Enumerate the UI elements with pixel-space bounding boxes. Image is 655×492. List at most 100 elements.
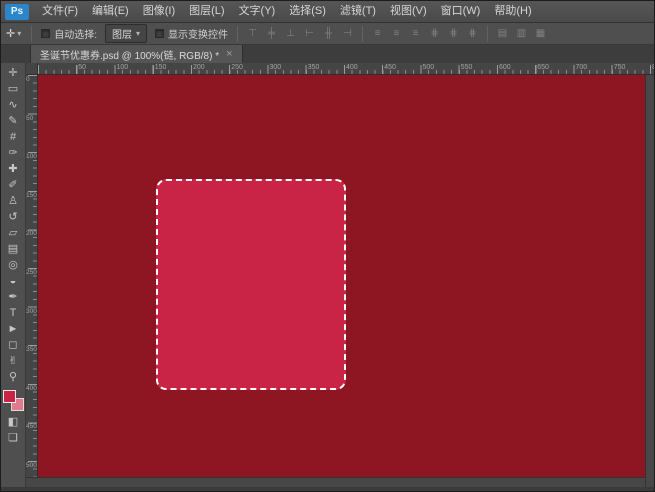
quick-selection-tool[interactable]: ✎	[3, 113, 24, 129]
shape-tool[interactable]: ◻	[3, 337, 24, 353]
chevron-down-icon: ▾	[136, 29, 140, 38]
ruler-label: 50	[26, 115, 38, 122]
distribute-top-edges-button[interactable]: ≡	[369, 26, 386, 42]
ruler-label: 350	[308, 64, 320, 71]
eyedropper-tool[interactable]: ✑	[3, 145, 24, 161]
align-option-button[interactable]: ▥	[513, 26, 530, 42]
auto-select-target-dropdown[interactable]: 图层 ▾	[105, 24, 147, 43]
hand-tool[interactable]: ✌	[3, 353, 24, 369]
ruler-label: 700	[576, 64, 588, 71]
extra-align-buttons: ▤▥▦	[493, 26, 550, 42]
document-tab[interactable]: 圣诞节优惠券.psd @ 100%(链, RGB/8) * ×	[30, 45, 243, 63]
horizontal-scrollbar[interactable]	[26, 477, 645, 487]
ruler-label: 400	[26, 385, 38, 392]
lasso-tool[interactable]: ∿	[3, 97, 24, 113]
move-tool[interactable]: ✛	[3, 65, 24, 81]
type-tool[interactable]: T	[3, 305, 24, 321]
ruler-top[interactable]: 5010015020025030035040045050055060065070…	[38, 63, 654, 75]
menu-item[interactable]: 帮助(H)	[487, 1, 538, 22]
ruler-corner[interactable]	[26, 63, 38, 75]
zoom-tool[interactable]: ⚲	[3, 369, 24, 385]
ruler-label: 300	[26, 308, 38, 315]
crop-tool[interactable]: #	[3, 129, 24, 145]
align-left-edges-button[interactable]: ⊢	[301, 26, 318, 42]
ruler-label: 800	[652, 64, 654, 71]
photoshop-window: Ps 文件(F)编辑(E)图像(I)图层(L)文字(Y)选择(S)滤镜(T)视图…	[0, 0, 655, 492]
ruler-left[interactable]: 050100150200250300350400450500	[26, 75, 38, 477]
dodge-tool[interactable]: ◒	[3, 273, 24, 289]
quick-mask-button[interactable]: ◧	[3, 414, 24, 430]
menu-item[interactable]: 选择(S)	[282, 1, 333, 22]
ruler-label: 450	[384, 64, 396, 71]
align-option2-button[interactable]: ▦	[532, 26, 549, 42]
ruler-label: 250	[231, 64, 243, 71]
screen-mode-button[interactable]: ❏	[3, 430, 24, 446]
menu-item[interactable]: 编辑(E)	[85, 1, 136, 22]
distribute-left-edges-button[interactable]: ⋕	[426, 26, 443, 42]
distribute-buttons: ≡≡≡⋕⋕⋕	[368, 26, 482, 42]
ruler-label: 200	[26, 230, 38, 237]
brush-tool[interactable]: ✐	[3, 177, 24, 193]
status-bar	[1, 487, 654, 491]
divider	[31, 26, 32, 42]
menu-item[interactable]: 图层(L)	[182, 1, 231, 22]
gradient-tool[interactable]: ▤	[3, 241, 24, 257]
checkbox-box[interactable]	[155, 29, 164, 38]
tool-preset-picker[interactable]: ✛ ▾	[1, 27, 26, 40]
ruler-label: 0	[26, 76, 38, 83]
ruler-label: 300	[270, 64, 282, 71]
align-bottom-edges-button[interactable]: ⊥	[282, 26, 299, 42]
ruler-label: 200	[193, 64, 205, 71]
menu-item[interactable]: 文件(F)	[35, 1, 85, 22]
divider	[362, 26, 363, 42]
menu-items: 文件(F)编辑(E)图像(I)图层(L)文字(Y)选择(S)滤镜(T)视图(V)…	[35, 1, 539, 22]
ruler-label: 100	[26, 153, 38, 160]
distribute-horizontal-centers-button[interactable]: ⋕	[445, 26, 462, 42]
close-icon[interactable]: ×	[226, 48, 232, 60]
checkbox-box[interactable]	[41, 29, 50, 38]
ruler-label: 150	[26, 192, 38, 199]
foreground-swatch[interactable]	[3, 390, 16, 403]
eraser-tool[interactable]: ▱	[3, 225, 24, 241]
options-bar: ✛ ▾ 自动选择: 图层 ▾ 显示变换控件 ⊤╪⊥⊢╫⊣ ≡≡≡⋕⋕⋕ ▤▥▦	[1, 23, 654, 45]
show-transform-label: 显示变换控件	[168, 26, 228, 41]
menu-item[interactable]: 文字(Y)	[232, 1, 283, 22]
pen-tool[interactable]: ✒	[3, 289, 24, 305]
menu-item[interactable]: 滤镜(T)	[333, 1, 383, 22]
rectangular-marquee-tool[interactable]: ▭	[3, 81, 24, 97]
menu-item[interactable]: 窗口(W)	[434, 1, 488, 22]
align-top-edges-button[interactable]: ⊤	[244, 26, 261, 42]
menu-item[interactable]: 视图(V)	[383, 1, 434, 22]
dropdown-value: 图层	[112, 26, 132, 41]
show-transform-checkbox[interactable]: 显示变换控件	[155, 26, 228, 41]
align-horizontal-centers-button[interactable]: ╫	[320, 26, 337, 42]
ruler-label: 450	[26, 423, 38, 430]
move-tool-icon: ✛	[6, 27, 15, 40]
clone-stamp-tool[interactable]: ♙	[3, 193, 24, 209]
blur-tool[interactable]: ◎	[3, 257, 24, 273]
toolbar-extra-buttons: ◧❏	[3, 414, 24, 446]
tools-palette: ✛▭∿✎#✑✚✐♙↺▱▤◎◒✒T►◻✌⚲ ◧❏	[1, 63, 26, 487]
vertical-scrollbar[interactable]	[645, 63, 654, 487]
ruler-label: 750	[614, 64, 626, 71]
distribute-bottom-edges-button[interactable]: ≡	[407, 26, 424, 42]
ruler-label: 600	[499, 64, 511, 71]
document-canvas[interactable]	[38, 75, 645, 477]
menu-bar: Ps 文件(F)编辑(E)图像(I)图层(L)文字(Y)选择(S)滤镜(T)视图…	[1, 1, 654, 23]
auto-select-checkbox[interactable]: 自动选择:	[41, 26, 97, 41]
distribute-vertical-centers-button[interactable]: ≡	[388, 26, 405, 42]
healing-brush-tool[interactable]: ✚	[3, 161, 24, 177]
selection-region[interactable]	[156, 179, 346, 390]
path-selection-tool[interactable]: ►	[3, 321, 24, 337]
menu-item[interactable]: 图像(I)	[136, 1, 182, 22]
ruler-label: 350	[26, 346, 38, 353]
distribute-right-edges-button[interactable]: ⋕	[464, 26, 481, 42]
auto-align-layers-button[interactable]: ▤	[494, 26, 511, 42]
align-vertical-centers-button[interactable]: ╪	[263, 26, 280, 42]
ruler-label: 250	[26, 269, 38, 276]
divider	[237, 26, 238, 42]
align-right-edges-button[interactable]: ⊣	[339, 26, 356, 42]
ruler-label: 400	[346, 64, 358, 71]
ruler-label: 100	[117, 64, 129, 71]
history-brush-tool[interactable]: ↺	[3, 209, 24, 225]
